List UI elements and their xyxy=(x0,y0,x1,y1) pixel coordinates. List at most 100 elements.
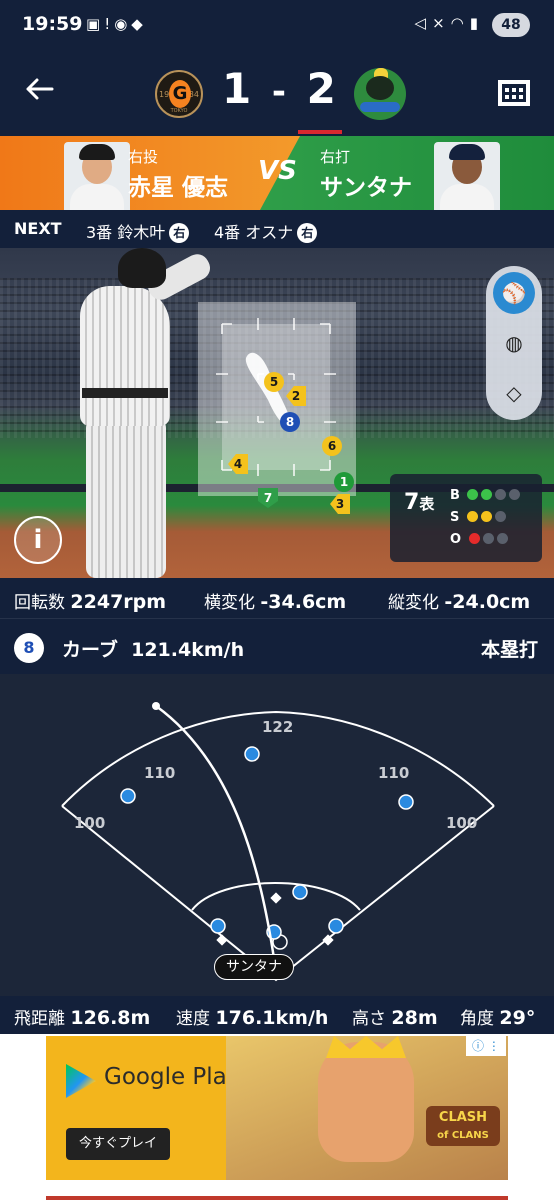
batter-tag: サンタナ xyxy=(214,954,294,980)
height-value: 28m xyxy=(391,1007,438,1029)
ad-play-button[interactable]: 今すぐプレイ xyxy=(66,1128,170,1160)
batter-view-icon[interactable]: ⚾ xyxy=(493,272,535,314)
strikes-row: S xyxy=(450,510,506,525)
angle-stat: 角度 29° xyxy=(460,1004,535,1029)
h-break-value: -34.6cm xyxy=(260,591,347,613)
spin-metric: 回転数 2247rpm xyxy=(14,588,166,613)
ad-banner[interactable]: Google Play 今すぐプレイ CLASH of CLANS ⓘ ⋮ xyxy=(46,1036,508,1180)
score-separator: - xyxy=(271,72,286,112)
batter-role: 右打 xyxy=(320,148,351,166)
bottom-ad-edge xyxy=(46,1196,508,1200)
scoreboard-grid-icon[interactable] xyxy=(496,76,532,110)
next-batter-2-name: 4番 オスナ xyxy=(214,223,294,242)
logo-year-left: 19 xyxy=(159,90,170,99)
pitch-mark-1: 1 xyxy=(334,472,354,492)
ad-info-icon[interactable]: ⓘ ⋮ xyxy=(466,1036,506,1056)
balls-row: B xyxy=(450,488,521,503)
pitch-speed: 121.4km/h xyxy=(131,639,245,661)
ball-count-box: 7表 B S O xyxy=(390,474,542,562)
away-score: 2 xyxy=(306,64,336,113)
third-base xyxy=(216,934,228,946)
outs-label: O xyxy=(450,532,462,547)
fielder-third xyxy=(210,918,226,934)
vertical-break-metric: 縦変化 -24.0cm xyxy=(388,588,530,613)
distance-label-left-100: 100 xyxy=(74,814,106,832)
strike-dot xyxy=(466,511,478,522)
strikes-label: S xyxy=(450,510,460,525)
distance-label-right-110: 110 xyxy=(378,764,410,782)
height-stat: 高さ 28m xyxy=(352,1004,438,1029)
next-batter-1-hand: 右 xyxy=(169,223,190,243)
second-base xyxy=(270,892,282,904)
hit-stats-bar: 飛距離 126.8m 速度 176.1km/h 高さ 28m 角度 29° xyxy=(0,996,554,1034)
next-batter-2-hand: 右 xyxy=(297,223,318,243)
fielder-first xyxy=(328,918,344,934)
ball-dot xyxy=(495,489,507,500)
pitch-type: カーブ xyxy=(62,639,118,661)
next-label: NEXT xyxy=(14,219,62,238)
back-arrow-icon[interactable] xyxy=(22,72,62,112)
ad-hero-image: CLASH of CLANS xyxy=(226,1036,508,1180)
next-batter-1-name: 3番 鈴木叶 xyxy=(86,223,166,242)
home-logo-letter: G xyxy=(169,80,191,108)
diamond-field-icon[interactable]: ◇ xyxy=(493,372,535,414)
batted-ball-chart: 122 110 110 100 100 サンタナ xyxy=(0,674,554,996)
score-header: 19 34 G TOKYO 1 - 2 xyxy=(0,54,554,136)
pitch-result: 本塁打 xyxy=(480,639,538,661)
home-team-logo: 19 34 G TOKYO xyxy=(155,70,203,118)
status-bar: 19:59 ▣!◉◆ ◁×◠▮ 48 xyxy=(0,0,554,54)
home-score: 1 xyxy=(222,64,252,113)
landing-point xyxy=(152,702,160,710)
spin-label: 回転数 xyxy=(14,593,65,613)
pitch-mark-8: 8 xyxy=(280,412,300,432)
pitcher-name: 赤星 優志 xyxy=(128,175,229,201)
ball-icon[interactable]: ◍ xyxy=(493,322,535,364)
distance-label-left-110: 110 xyxy=(144,764,176,782)
pitch-type-speed: カーブ 121.4km/h xyxy=(62,635,244,662)
batter-name: サンタナ xyxy=(320,175,412,201)
pitch-metrics-bar: 回転数 2247rpm 横変化 -34.6cm 縦変化 -24.0cm xyxy=(0,578,554,618)
pitch-mark-5: 5 xyxy=(264,372,284,392)
game-logo-line1: CLASH xyxy=(438,1110,488,1125)
status-time: 19:59 xyxy=(22,13,83,35)
pitch-field-view: 5 2 8 6 4 1 7 3 ⚾ ◍ ◇ 7表 B S O i xyxy=(0,248,554,578)
pitch-info-line: 8 カーブ 121.4km/h 本塁打 xyxy=(0,618,554,674)
google-play-icon xyxy=(66,1064,96,1098)
notification-icons: ▣!◉◆ xyxy=(86,15,147,33)
ball-dot xyxy=(467,489,479,500)
giants-app-icon: ◉ xyxy=(114,15,132,33)
speed-value: 176.1km/h xyxy=(215,1007,329,1029)
fielder-left xyxy=(120,788,136,804)
game-logo: CLASH of CLANS xyxy=(426,1106,500,1146)
battery-indicator: 48 xyxy=(492,13,530,37)
distance-label-center: 122 xyxy=(262,718,294,736)
angle-label: 角度 xyxy=(460,1009,494,1029)
next-batter-2: 4番 オスナ右 xyxy=(214,219,318,243)
info-icon[interactable]: i xyxy=(14,516,62,564)
strike-dot xyxy=(494,511,506,522)
system-icons: ◁×◠▮ xyxy=(415,14,484,32)
h-break-label: 横変化 xyxy=(204,593,255,613)
pitcher-avatar xyxy=(64,142,130,210)
distance-stat: 飛距離 126.8m xyxy=(14,1004,150,1029)
v-break-value: -24.0cm xyxy=(444,591,531,613)
inning-indicator: 7表 xyxy=(404,490,434,515)
view-toolbar: ⚾ ◍ ◇ xyxy=(486,266,542,420)
bus-icon: ▣ xyxy=(86,15,105,33)
home-logo-subtext: TOKYO xyxy=(170,108,188,114)
angle-value: 29° xyxy=(499,1007,536,1029)
batter-avatar xyxy=(434,142,500,210)
strike-dot xyxy=(480,511,492,522)
matchup-banner: 右投 赤星 優志 VS 右打 サンタナ xyxy=(0,136,554,210)
balls-label: B xyxy=(450,488,460,503)
ball-dot xyxy=(509,489,521,500)
out-dot xyxy=(482,533,494,544)
out-dot xyxy=(496,533,508,544)
next-batters-bar: NEXT 3番 鈴木叶右 4番 オスナ右 xyxy=(0,210,554,248)
speed-label: 速度 xyxy=(176,1009,210,1029)
next-batter-1: 3番 鈴木叶右 xyxy=(86,219,190,243)
inning-number: 7 xyxy=(404,490,420,515)
exit-speed-stat: 速度 176.1km/h xyxy=(176,1004,328,1029)
app-icon: ◆ xyxy=(131,15,147,33)
signal-icon: ▮ xyxy=(469,14,484,32)
